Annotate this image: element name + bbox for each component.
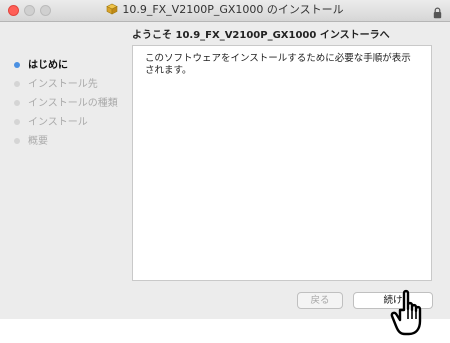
step-label: インストールの種類 bbox=[28, 98, 118, 109]
step-installation: インストール bbox=[14, 113, 118, 132]
step-bullet-icon bbox=[14, 100, 20, 106]
step-label: はじめに bbox=[28, 60, 68, 71]
welcome-message: このソフトウェアをインストールするために必要な手順が表示されます。 bbox=[145, 53, 411, 76]
step-label: インストール bbox=[28, 117, 88, 128]
lock-icon bbox=[433, 4, 442, 23]
installer-window: 10.9_FX_V2100P_GX1000 のインストール ようこそ 10.9_… bbox=[0, 0, 450, 319]
page-heading: ようこそ 10.9_FX_V2100P_GX1000 インストーラへ bbox=[132, 30, 390, 41]
step-bullet-icon bbox=[14, 138, 20, 144]
step-summary: 概要 bbox=[14, 132, 118, 151]
step-destination: インストール先 bbox=[14, 75, 118, 94]
window-title: 10.9_FX_V2100P_GX1000 のインストール bbox=[122, 3, 344, 16]
window-title-group: 10.9_FX_V2100P_GX1000 のインストール bbox=[0, 3, 450, 19]
step-bullet-icon bbox=[14, 119, 20, 125]
title-bar[interactable]: 10.9_FX_V2100P_GX1000 のインストール bbox=[0, 0, 450, 22]
package-icon bbox=[106, 3, 118, 19]
installer-steps-list: はじめに インストール先 インストールの種類 インストール 概要 bbox=[14, 56, 118, 151]
step-introduction: はじめに bbox=[14, 56, 118, 75]
step-bullet-icon bbox=[14, 62, 20, 68]
step-installation-type: インストールの種類 bbox=[14, 94, 118, 113]
back-button[interactable]: 戻る bbox=[297, 292, 343, 309]
content-panel[interactable]: このソフトウェアをインストールするために必要な手順が表示されます。 bbox=[132, 45, 432, 281]
step-bullet-icon bbox=[14, 81, 20, 87]
step-label: インストール先 bbox=[28, 79, 98, 90]
step-label: 概要 bbox=[28, 136, 48, 147]
hand-pointer-cursor-icon bbox=[390, 289, 438, 343]
